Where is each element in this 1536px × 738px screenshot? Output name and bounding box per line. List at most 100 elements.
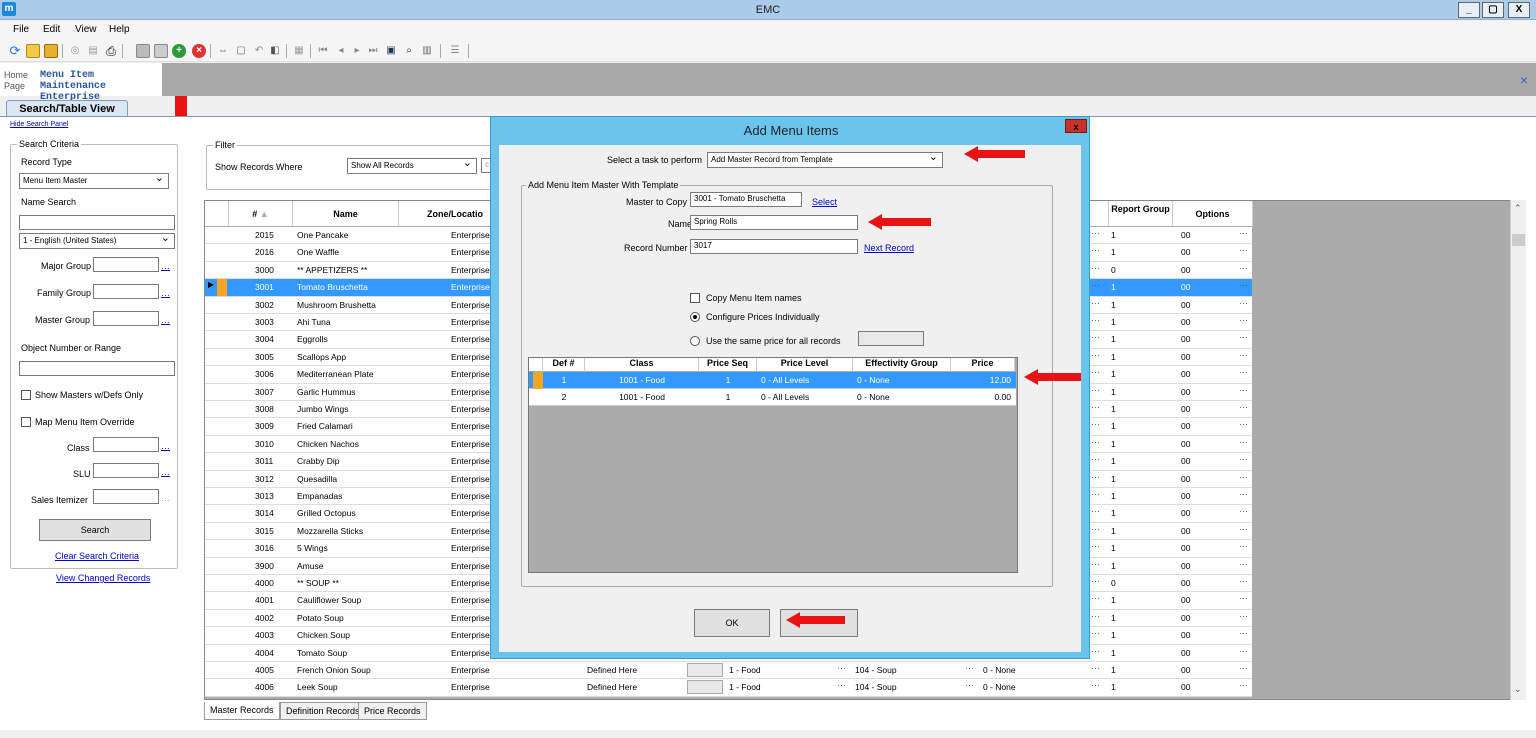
ellipsis-icon[interactable]: ···: [1239, 263, 1248, 273]
ok-button[interactable]: OK: [694, 609, 770, 637]
ellipsis-icon[interactable]: ···: [1239, 576, 1248, 586]
ellipsis-icon[interactable]: ···: [1239, 419, 1248, 429]
copy-icon[interactable]: [154, 44, 168, 58]
ellipsis-icon[interactable]: ···: [1091, 332, 1100, 342]
ellipsis-icon[interactable]: ···: [1239, 541, 1248, 551]
refresh-icon[interactable]: ⟳: [8, 44, 22, 58]
dialog-close-button[interactable]: x: [1065, 119, 1087, 133]
paste-icon[interactable]: ▢: [234, 44, 248, 58]
ellipsis-icon[interactable]: ···: [1239, 315, 1248, 325]
ellipsis-icon[interactable]: ···: [1091, 367, 1100, 377]
save-icon[interactable]: [136, 44, 150, 58]
ellipsis-icon[interactable]: ···: [1091, 506, 1100, 516]
ellipsis-icon[interactable]: ···: [1091, 298, 1100, 308]
ellipsis-icon[interactable]: ···: [1091, 419, 1100, 429]
slu-input[interactable]: [93, 463, 159, 478]
ellipsis-icon[interactable]: ···: [1091, 315, 1100, 325]
undo-icon[interactable]: ↶: [252, 44, 266, 58]
minimize-button[interactable]: _: [1458, 2, 1480, 18]
copy-names-checkbox[interactable]: [690, 293, 700, 303]
ellipsis-icon[interactable]: ···: [1091, 245, 1100, 255]
close-tab-icon[interactable]: ×: [1520, 72, 1528, 88]
ellipsis-icon[interactable]: ···: [1091, 611, 1100, 621]
ellipsis-icon[interactable]: ···: [1091, 263, 1100, 273]
class-input[interactable]: [93, 437, 159, 452]
same-price-input[interactable]: [858, 331, 924, 346]
price-row[interactable]: 1 1001 - Food 1 0 - All Levels 0 - None 12.00: [529, 372, 1016, 389]
search-button[interactable]: Search: [39, 519, 151, 541]
ellipsis-icon[interactable]: ···: [1239, 350, 1248, 360]
configure-individually-radio[interactable]: [690, 312, 700, 322]
ellipsis-icon[interactable]: ···: [1091, 385, 1100, 395]
maximize-button[interactable]: ▢: [1482, 2, 1504, 18]
menu-view[interactable]: View: [75, 24, 97, 35]
ellipsis-icon[interactable]: ···: [1091, 559, 1100, 569]
delete-icon[interactable]: ×: [192, 44, 206, 58]
menu-edit[interactable]: Edit: [43, 24, 60, 35]
price-col-seq[interactable]: Price Seq: [699, 358, 757, 372]
first-record-icon[interactable]: ⏮: [316, 44, 330, 58]
clipboard-icon[interactable]: ◧: [268, 44, 282, 58]
ellipsis-icon[interactable]: ···: [1239, 646, 1248, 656]
ellipsis-icon[interactable]: ···: [1091, 472, 1100, 482]
tab-home-page[interactable]: Home Page: [0, 63, 36, 96]
price-col-level[interactable]: Price Level: [757, 358, 853, 372]
name-search-input[interactable]: [19, 215, 175, 230]
ellipsis-icon[interactable]: ···: [837, 680, 846, 690]
ellipsis-icon[interactable]: ···: [965, 680, 974, 690]
ellipsis-icon[interactable]: ···: [1239, 663, 1248, 673]
ellipsis-icon[interactable]: ···: [1239, 506, 1248, 516]
ellipsis-icon[interactable]: ···: [1091, 628, 1100, 638]
language-select[interactable]: 1 - English (United States): [19, 231, 175, 249]
open-folder-icon[interactable]: [44, 44, 58, 58]
price-col-price[interactable]: Price: [951, 358, 1015, 372]
filter-select[interactable]: Show All Records: [347, 156, 477, 174]
name-input[interactable]: Spring Rolls: [690, 215, 858, 230]
grid-vertical-scrollbar[interactable]: ⌃ ⌄: [1510, 200, 1526, 700]
col-header-options[interactable]: Options: [1173, 201, 1253, 227]
ellipsis-icon[interactable]: ···: [1091, 402, 1100, 412]
select-master-link[interactable]: Select: [812, 197, 837, 207]
show-masters-checkbox[interactable]: [21, 390, 31, 400]
ellipsis-icon[interactable]: ···: [1239, 367, 1248, 377]
ellipsis-icon[interactable]: ···: [1239, 298, 1248, 308]
price-col-effectivity[interactable]: Effectivity Group: [853, 358, 951, 372]
task-select[interactable]: Add Master Record from Template: [707, 150, 943, 168]
tab-price-records[interactable]: Price Records: [358, 702, 427, 720]
list-icon[interactable]: ☰: [448, 44, 462, 58]
major-group-ellipsis[interactable]: …: [161, 261, 170, 271]
circle-icon[interactable]: ◎: [68, 44, 82, 58]
ellipsis-icon[interactable]: ···: [1091, 280, 1100, 290]
price-row[interactable]: 2 1001 - Food 1 0 - All Levels 0 - None 0.00: [529, 389, 1016, 406]
grid-icon[interactable]: ▦: [292, 44, 306, 58]
ellipsis-icon[interactable]: ···: [1091, 663, 1100, 673]
table-row[interactable]: 4006 Leek Soup Enterprise Defined Here 1 - F…: [205, 679, 1252, 697]
ellipsis-icon[interactable]: ···: [965, 663, 974, 673]
ellipsis-icon[interactable]: ···: [837, 663, 846, 673]
filter-icon[interactable]: ▥: [420, 44, 434, 58]
ellipsis-icon[interactable]: ···: [1091, 350, 1100, 360]
menu-file[interactable]: File: [13, 24, 29, 35]
sales-itemizer-ellipsis[interactable]: …: [161, 493, 170, 503]
add-record-icon[interactable]: [26, 44, 40, 58]
tab-definition-records[interactable]: Definition Records: [280, 702, 366, 720]
ellipsis-icon[interactable]: ···: [1239, 332, 1248, 342]
tab-search-table-view[interactable]: Search/Table View: [6, 100, 128, 117]
last-record-icon[interactable]: ⏭: [366, 44, 380, 58]
ellipsis-icon[interactable]: ···: [1091, 576, 1100, 586]
record-number-input[interactable]: 3017: [690, 239, 858, 254]
master-group-ellipsis[interactable]: …: [161, 315, 170, 325]
price-cell-price[interactable]: 0.00: [953, 392, 1013, 402]
table-row[interactable]: 4005 French Onion Soup Enterprise Defined H…: [205, 662, 1252, 680]
price-col-def[interactable]: Def #: [543, 358, 585, 372]
ellipsis-icon[interactable]: ···: [1239, 489, 1248, 499]
add-menu-item-icon[interactable]: +: [172, 44, 186, 58]
ellipsis-icon[interactable]: ···: [1091, 524, 1100, 534]
hide-search-panel-link[interactable]: Hide Search Panel: [10, 121, 68, 128]
ellipsis-icon[interactable]: ···: [1091, 437, 1100, 447]
class-ellipsis[interactable]: …: [161, 441, 170, 451]
prev-record-icon[interactable]: ◂: [334, 44, 348, 58]
clear-search-link[interactable]: Clear Search Criteria: [55, 551, 139, 561]
col-header-zone[interactable]: Zone/Locatio: [399, 201, 495, 227]
ellipsis-icon[interactable]: ···: [1239, 437, 1248, 447]
